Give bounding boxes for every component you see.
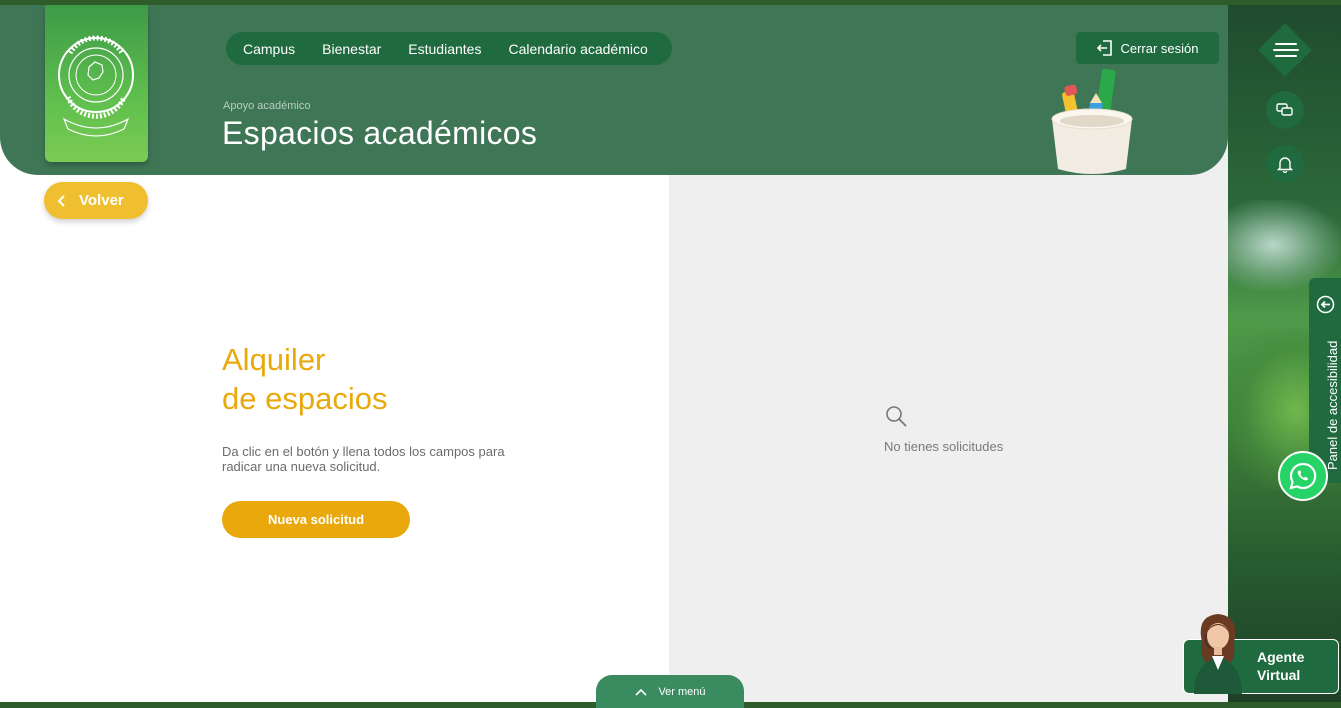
show-menu-tab[interactable]: Ver menú	[596, 675, 744, 708]
pencil-cup-illustration	[1051, 68, 1133, 174]
show-menu-label: Ver menú	[658, 685, 706, 698]
empty-requests-text: No tienes solicitudes	[884, 439, 1004, 454]
main-page: Campus Bienestar Estudiantes Calendario …	[0, 5, 1228, 702]
logout-icon	[1097, 40, 1113, 56]
breadcrumb[interactable]: Apoyo académico	[223, 100, 310, 112]
chevron-left-icon	[57, 194, 65, 207]
university-logo[interactable]	[45, 5, 148, 162]
top-navigation: Campus Bienestar Estudiantes Calendario …	[226, 32, 672, 65]
logout-label: Cerrar sesión	[1120, 40, 1199, 56]
accessibility-label: Panel de accesibilidad	[1325, 340, 1340, 470]
nav-bienestar[interactable]: Bienestar	[322, 41, 381, 57]
header: Campus Bienestar Estudiantes Calendario …	[0, 5, 1228, 175]
background-cloud	[1228, 200, 1341, 290]
chat-icon	[1276, 103, 1293, 116]
whatsapp-icon	[1289, 462, 1317, 490]
section-description: Da clic en el botón y llena todos los ca…	[222, 444, 505, 474]
back-button[interactable]: Volver	[44, 182, 148, 219]
logout-button[interactable]: Cerrar sesión	[1076, 32, 1219, 64]
chevron-up-icon	[635, 688, 648, 696]
heading-line-2: de espacios	[222, 381, 388, 416]
menu-icon[interactable]	[1272, 38, 1300, 62]
search-icon	[886, 406, 907, 427]
nav-campus[interactable]: Campus	[243, 41, 295, 57]
heading-line-1: Alquiler	[222, 342, 326, 377]
virtual-agent-avatar	[1194, 614, 1242, 694]
virtual-agent-label: Agente Virtual	[1257, 648, 1304, 684]
back-label: Volver	[79, 192, 124, 209]
nav-estudiantes[interactable]: Estudiantes	[408, 41, 481, 57]
university-seal-icon	[58, 35, 134, 137]
nav-calendario[interactable]: Calendario académico	[508, 41, 647, 57]
accessibility-icon	[1316, 295, 1335, 314]
whatsapp-button[interactable]	[1278, 451, 1328, 501]
bell-icon	[1277, 157, 1293, 173]
agent-label-line-1: Agente	[1257, 649, 1305, 665]
accessibility-panel-tab[interactable]: Panel de accesibilidad	[1309, 278, 1341, 483]
chat-button[interactable]	[1266, 91, 1304, 129]
new-request-button[interactable]: Nueva solicitud	[222, 501, 410, 538]
section-heading: Alquiler de espacios	[222, 340, 387, 418]
agent-label-line-2: Virtual	[1257, 667, 1301, 683]
page-title: Espacios académicos	[222, 115, 538, 151]
notifications-button[interactable]	[1266, 145, 1304, 183]
